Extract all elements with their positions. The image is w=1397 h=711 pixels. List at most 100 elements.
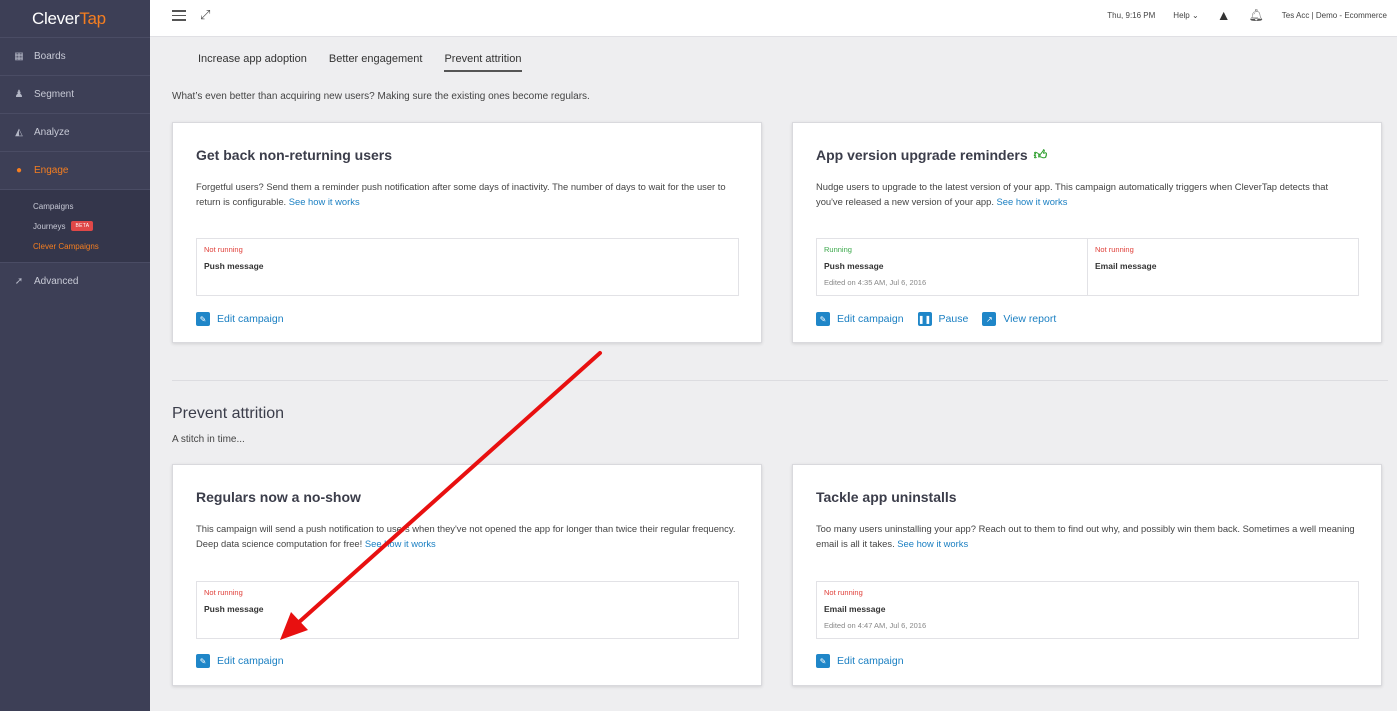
account-switcher[interactable]: Tes Acc | Demo - Ecommerce bbox=[1282, 11, 1387, 20]
boards-icon: ▦ bbox=[14, 51, 24, 62]
logo-text-clever: Clever bbox=[32, 8, 80, 28]
chevron-down-icon: ⌄ bbox=[1191, 10, 1199, 20]
subnav-item-journeys[interactable]: Journeys BETA bbox=[33, 216, 150, 236]
see-how-it-works-link[interactable]: See how it works bbox=[897, 538, 968, 549]
help-label: Help bbox=[1173, 10, 1190, 20]
logo-text-tap: Tap bbox=[79, 8, 106, 28]
bell-icon[interactable]: 🔔︎ bbox=[1249, 8, 1264, 22]
edit-icon: ✎ bbox=[196, 654, 210, 668]
sidebar-item-label: Analyze bbox=[34, 127, 70, 138]
segment-icon: ♟ bbox=[14, 89, 24, 100]
channel-label: Push message bbox=[824, 261, 884, 271]
channel-label: Email message bbox=[1095, 261, 1157, 271]
sidebar-item-label: Boards bbox=[34, 51, 66, 62]
action-label: Pause bbox=[938, 313, 969, 325]
sidebar-item-engage[interactable]: ● Engage bbox=[0, 151, 150, 189]
see-how-it-works-link[interactable]: See how it works bbox=[289, 196, 360, 207]
edit-icon: ✎ bbox=[816, 654, 830, 668]
card-title: Regulars now a no-show bbox=[196, 489, 361, 505]
action-label: Edit campaign bbox=[217, 655, 284, 667]
edit-campaign-button[interactable]: ✎ Edit campaign bbox=[196, 654, 284, 668]
tab-increase-app-adoption[interactable]: Increase app adoption bbox=[198, 38, 307, 76]
section-divider bbox=[172, 380, 1388, 381]
status-cell: Not running Push message bbox=[197, 582, 738, 638]
card-actions: ✎ Edit campaign ❚❚ Pause ↗ View report bbox=[816, 312, 1056, 326]
card-description: Nudge users to upgrade to the latest ver… bbox=[816, 179, 1357, 209]
card-actions: ✎ Edit campaign bbox=[196, 654, 284, 668]
status-box: Not running Push message bbox=[196, 581, 739, 639]
clevertap-logo[interactable]: Clever Tap bbox=[0, 0, 150, 37]
card-title-text: Tackle app uninstalls bbox=[816, 489, 957, 505]
status-label: Not running bbox=[1095, 245, 1134, 254]
sidebar-item-analyze[interactable]: ◭ Analyze bbox=[0, 113, 150, 151]
card-description-text: This campaign will send a push notificat… bbox=[196, 523, 736, 549]
card-title: App version upgrade reminders 👍︎ bbox=[816, 147, 1047, 163]
see-how-it-works-link[interactable]: See how it works bbox=[997, 196, 1068, 207]
edit-icon: ✎ bbox=[196, 312, 210, 326]
subnav-item-campaigns[interactable]: Campaigns bbox=[33, 196, 150, 216]
card-title-text: Get back non-returning users bbox=[196, 147, 393, 163]
sidebar-item-advanced[interactable]: ➚ Advanced bbox=[0, 262, 150, 300]
action-label: View report bbox=[1003, 313, 1057, 325]
card-description: Forgetful users? Send them a reminder pu… bbox=[196, 179, 737, 209]
warning-icon[interactable]: ▲ bbox=[1217, 7, 1231, 23]
status-cell: Not running Email message Edited on 4:47… bbox=[817, 582, 1358, 638]
view-report-button[interactable]: ↗ View report bbox=[982, 312, 1056, 326]
status-box: Running Push message Edited on 4:35 AM, … bbox=[816, 238, 1359, 296]
card-title-text: App version upgrade reminders bbox=[816, 147, 1028, 163]
help-menu[interactable]: Help ⌄ bbox=[1173, 11, 1198, 20]
menu-icon[interactable] bbox=[172, 10, 186, 21]
edit-campaign-button[interactable]: ✎ Edit campaign bbox=[196, 312, 284, 326]
action-label: Edit campaign bbox=[217, 313, 284, 325]
edited-timestamp: Edited on 4:47 AM, Jul 6, 2016 bbox=[824, 621, 927, 630]
subnav-item-clever-campaigns[interactable]: Clever Campaigns bbox=[33, 236, 150, 256]
status-cell: Not running Email message bbox=[1087, 239, 1358, 295]
campaign-card-non-returning-users: Get back non-returning users Forgetful u… bbox=[172, 122, 762, 343]
expand-icon[interactable]: ⤢ bbox=[200, 7, 210, 23]
campaign-card-app-version-upgrade: App version upgrade reminders 👍︎ Nudge us… bbox=[792, 122, 1382, 343]
campaign-card-regulars-no-show: Regulars now a no-show This campaign wil… bbox=[172, 464, 762, 686]
status-box: Not running Push message bbox=[196, 238, 739, 296]
card-description: Too many users uninstalling your app? Re… bbox=[816, 521, 1357, 551]
subnav-label: Clever Campaigns bbox=[33, 241, 99, 251]
sidebar-item-label: Segment bbox=[34, 89, 75, 100]
sidebar-item-label: Engage bbox=[34, 165, 69, 176]
campaign-tabs: Increase app adoption Better engagement … bbox=[150, 38, 1397, 76]
card-description-text: Forgetful users? Send them a reminder pu… bbox=[196, 181, 726, 207]
campaign-card-app-uninstalls: Tackle app uninstalls Too many users uni… bbox=[792, 464, 1382, 686]
topbar: ⤢ Thu, 9:16 PM Help ⌄ ▲ 🔔︎ Tes Acc | Dem… bbox=[150, 0, 1397, 37]
card-title: Tackle app uninstalls bbox=[816, 489, 957, 505]
status-box: Not running Email message Edited on 4:47… bbox=[816, 581, 1359, 639]
tab-better-engagement[interactable]: Better engagement bbox=[329, 38, 423, 76]
edit-icon: ✎ bbox=[816, 312, 830, 326]
chart-icon: ↗ bbox=[982, 312, 997, 326]
card-title: Get back non-returning users bbox=[196, 147, 392, 163]
status-cell: Running Push message Edited on 4:35 AM, … bbox=[817, 239, 1087, 295]
sidebar-item-boards[interactable]: ▦ Boards bbox=[0, 37, 150, 75]
rocket-icon: ➚ bbox=[14, 276, 24, 287]
edit-campaign-button[interactable]: ✎ Edit campaign bbox=[816, 312, 904, 326]
subnav-label: Journeys bbox=[33, 221, 66, 231]
see-how-it-works-link[interactable]: See how it works bbox=[365, 538, 436, 549]
status-label: Not running bbox=[204, 245, 243, 254]
status-cell: Not running Push message bbox=[197, 239, 738, 295]
sidebar-item-segment[interactable]: ♟ Segment bbox=[0, 75, 150, 113]
action-label: Edit campaign bbox=[837, 655, 904, 667]
engage-subnav: Campaigns Journeys BETA Clever Campaigns bbox=[0, 189, 150, 262]
sidebar-item-label: Advanced bbox=[34, 276, 79, 287]
card-actions: ✎ Edit campaign bbox=[816, 654, 904, 668]
card-description-text: Nudge users to upgrade to the latest ver… bbox=[816, 181, 1329, 207]
action-label: Edit campaign bbox=[837, 313, 904, 325]
subnav-label: Campaigns bbox=[33, 201, 74, 211]
thumbs-up-icon: 👍︎ bbox=[1033, 147, 1048, 162]
pause-icon: ❚❚ bbox=[917, 312, 932, 326]
section-intro: What’s even better than acquiring new us… bbox=[172, 91, 590, 102]
channel-label: Push message bbox=[204, 261, 264, 271]
edited-timestamp: Edited on 4:35 AM, Jul 6, 2016 bbox=[824, 278, 927, 287]
sidebar: Clever Tap ▦ Boards ♟ Segment ◭ Analyze ●… bbox=[0, 0, 150, 711]
edit-campaign-button[interactable]: ✎ Edit campaign bbox=[816, 654, 904, 668]
pause-button[interactable]: ❚❚ Pause bbox=[917, 312, 969, 326]
tab-prevent-attrition[interactable]: Prevent attrition bbox=[444, 38, 522, 72]
current-time: Thu, 9:16 PM bbox=[1107, 10, 1156, 20]
section-title: Prevent attrition bbox=[172, 405, 285, 422]
